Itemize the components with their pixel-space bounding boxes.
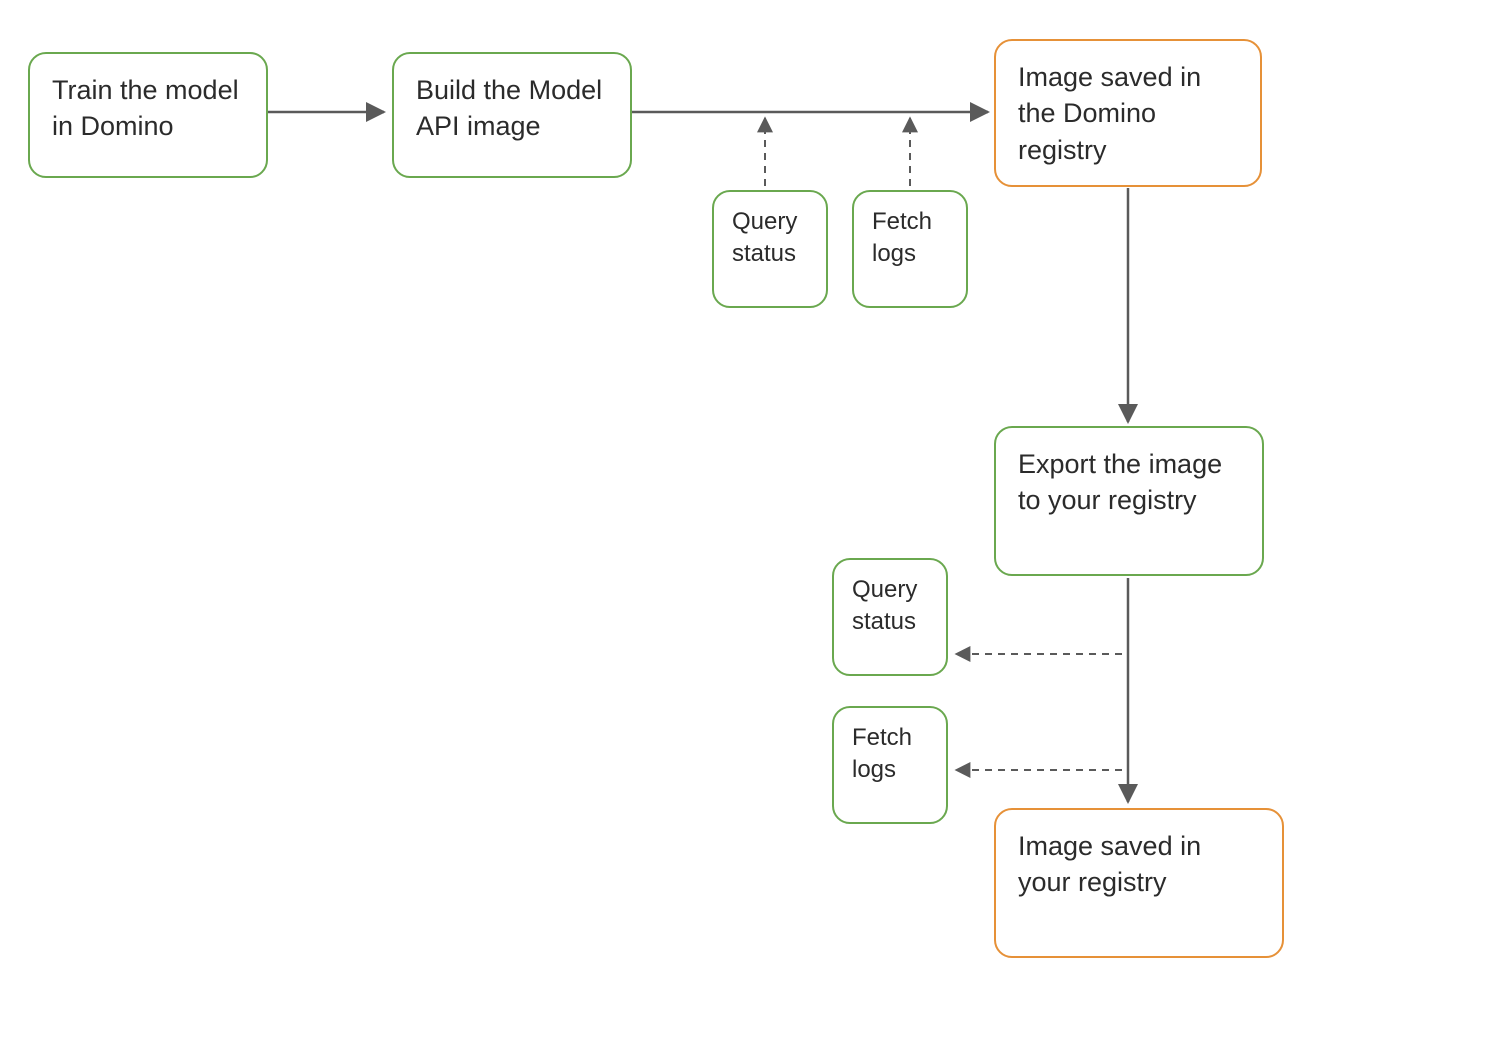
node-fetch-logs-1: Fetch logs: [852, 190, 968, 308]
node-fetch-logs-2-label: Fetch logs: [852, 722, 928, 787]
node-query-status-1: Query status: [712, 190, 828, 308]
node-saved-domino-label: Image saved in the Domino registry: [1018, 59, 1238, 168]
node-saved-domino: Image saved in the Domino registry: [994, 39, 1262, 187]
node-train-label: Train the model in Domino: [52, 72, 244, 145]
node-export: Export the image to your registry: [994, 426, 1264, 576]
node-saved-your: Image saved in your registry: [994, 808, 1284, 958]
node-fetch-logs-1-label: Fetch logs: [872, 206, 948, 271]
node-train: Train the model in Domino: [28, 52, 268, 178]
node-fetch-logs-2: Fetch logs: [832, 706, 948, 824]
node-export-label: Export the image to your registry: [1018, 446, 1240, 519]
node-build-label: Build the Model API image: [416, 72, 608, 145]
node-query-status-1-label: Query status: [732, 206, 808, 271]
node-query-status-2-label: Query status: [852, 574, 928, 639]
node-saved-your-label: Image saved in your registry: [1018, 828, 1260, 901]
node-query-status-2: Query status: [832, 558, 948, 676]
node-build: Build the Model API image: [392, 52, 632, 178]
